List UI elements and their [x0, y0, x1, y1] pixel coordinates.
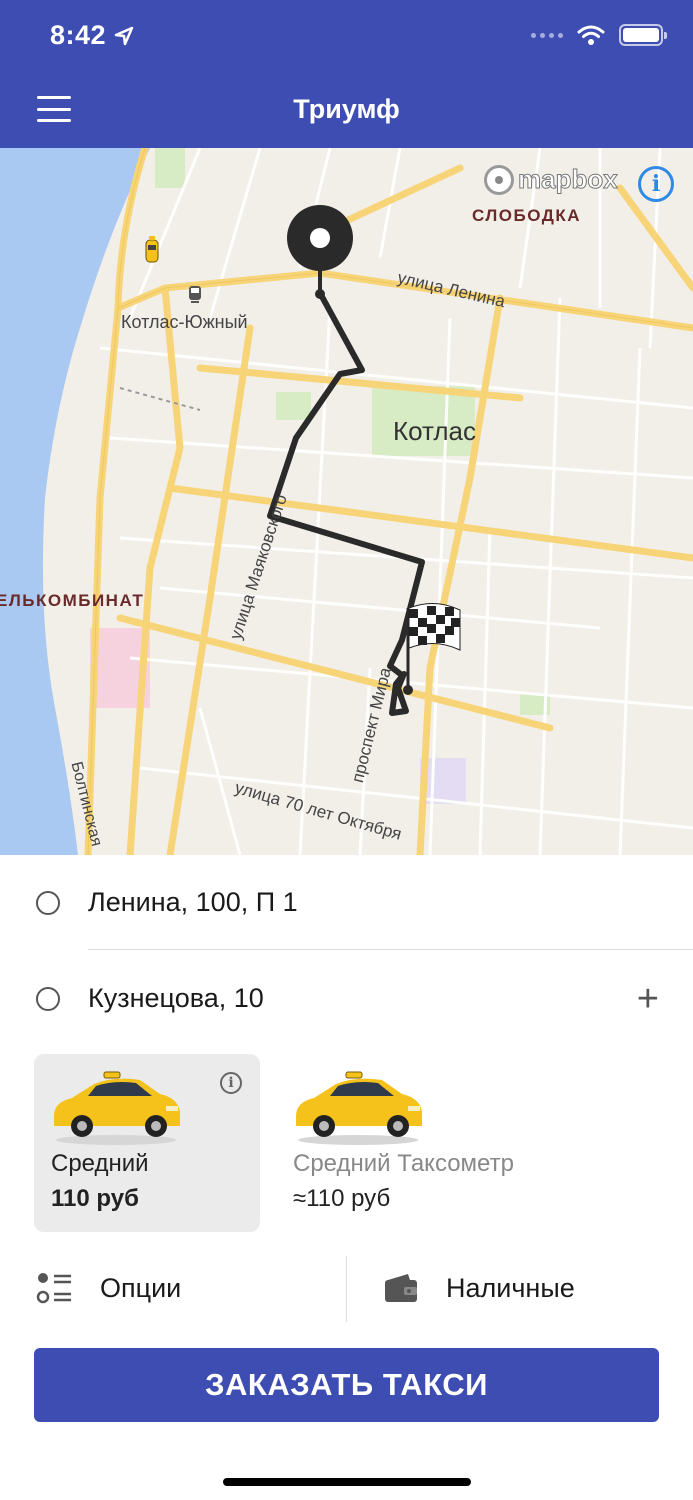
order-taxi-button[interactable]: ЗАКАЗАТЬ ТАКСИ [34, 1348, 659, 1422]
tariff-card-medium-meter[interactable]: Средний Таксометр ≈110 руб [276, 1054, 566, 1232]
tariff-price: 110 руб [51, 1185, 139, 1212]
wifi-icon [577, 25, 605, 45]
options-label: Опции [100, 1272, 182, 1303]
home-indicator[interactable] [223, 1478, 471, 1486]
park-area [155, 148, 185, 188]
wallet-icon [385, 1274, 417, 1302]
mapbox-logo[interactable]: mapbox [484, 164, 618, 195]
park-area [276, 392, 311, 420]
vertical-divider [346, 1256, 347, 1322]
plus-icon[interactable]: + [637, 980, 659, 1018]
map-canvas [0, 148, 693, 855]
destination-address: Кузнецова, 10 [88, 983, 264, 1013]
page-title: Триумф [293, 94, 400, 124]
pickup-radio-icon [36, 890, 60, 915]
map-label-kotlas: Котлас [393, 416, 477, 446]
pickup-address-row[interactable]: Ленина, 100, П 1 [0, 855, 693, 950]
app-header: 8:42 Триумф [0, 0, 693, 148]
battery-icon [619, 24, 667, 46]
tariff-info-icon[interactable]: i [220, 1072, 242, 1094]
destination-radio-icon [36, 986, 60, 1011]
destination-address-row[interactable]: Кузнецова, 10 + [0, 951, 693, 1046]
battery-fill [623, 28, 659, 42]
options-list-icon [36, 1273, 71, 1304]
map-view[interactable]: Котлас-Южный Котлас СЛОБОДКА ЕЛЬКОМБИНАТ… [0, 148, 693, 855]
location-arrow-icon [114, 26, 134, 45]
tariff-name: Средний Таксометр [293, 1150, 514, 1177]
options-button[interactable]: Опции [36, 1252, 181, 1324]
mapbox-icon [484, 164, 514, 195]
map-label-combine: ЕЛЬКОМБИНАТ [0, 591, 145, 610]
signal-dots-icon [531, 32, 563, 38]
pickup-pin-icon [287, 205, 353, 299]
tariff-card-medium[interactable]: i Средний 110 руб [34, 1054, 260, 1232]
payment-label: Наличные [446, 1272, 575, 1303]
payment-button[interactable]: Наличные [384, 1252, 575, 1324]
major-roads [84, 148, 693, 855]
map-label-kotlas-south: Котлас-Южный [121, 312, 248, 332]
river [0, 148, 150, 855]
taxi-car-icon [296, 1071, 422, 1145]
map-label-slobodka: СЛОБОДКА [472, 206, 581, 225]
tariff-name: Средний [51, 1150, 149, 1177]
options-payment-row: Опции Наличные [0, 1252, 693, 1324]
tariff-price: ≈110 руб [293, 1185, 391, 1212]
pickup-address: Ленина, 100, П 1 [88, 887, 298, 917]
taxi-car-icon [54, 1071, 180, 1145]
railroad [119, 387, 201, 411]
address-divider [88, 949, 693, 950]
status-time-text: 8:42 [50, 20, 107, 50]
status-indicators [531, 24, 667, 46]
info-icon[interactable]: i [638, 166, 674, 202]
status-time: 8:42 [50, 20, 134, 51]
mapbox-attribution: mapbox [518, 164, 619, 195]
taxi-car-icon [145, 236, 159, 263]
rail-station-icon [189, 286, 201, 303]
